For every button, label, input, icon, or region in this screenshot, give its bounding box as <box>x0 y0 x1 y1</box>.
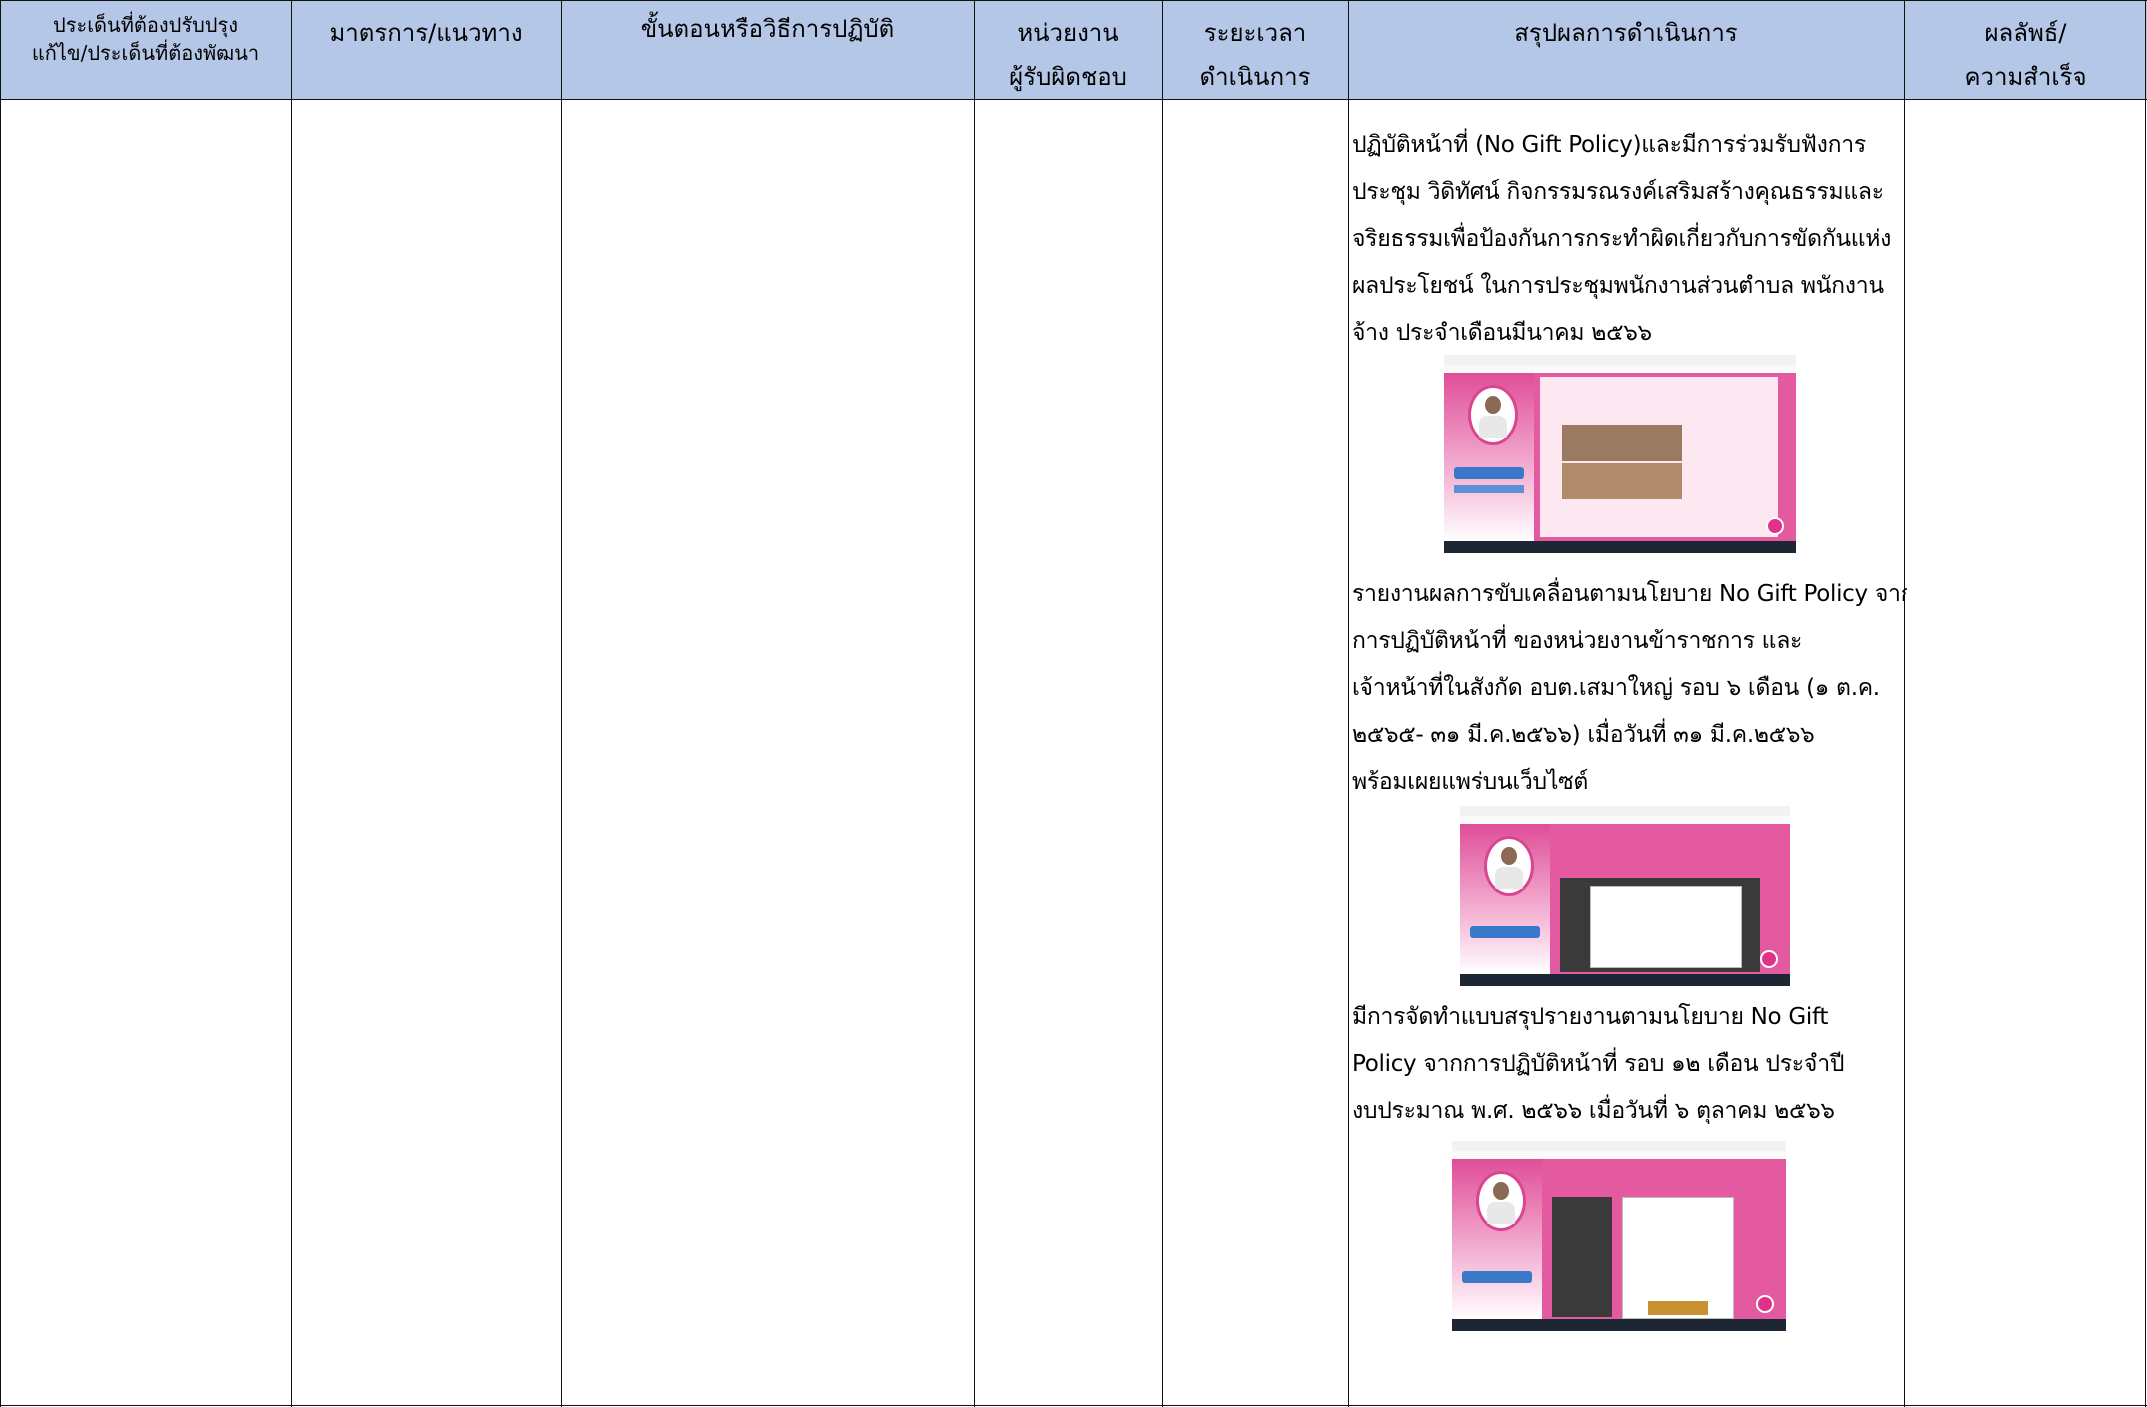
header-outcome: ผลลัพธ์/ ความสำเร็จ <box>1904 1 2147 101</box>
header-summary-label: สรุปผลการดำเนินการ <box>1514 19 1738 47</box>
column-divider <box>291 0 292 1407</box>
header-issues-line1: ประเด็นที่ต้องปรับปรุง <box>53 13 238 37</box>
table-border-bottom <box>0 1405 2147 1406</box>
table-border-right <box>2145 0 2146 1407</box>
header-procedures-label: ขั้นตอนหรือวิธีการปฏิบัติ <box>640 15 895 43</box>
header-responsible-line1: หน่วยงาน <box>1017 19 1119 47</box>
taskbar <box>1444 541 1796 553</box>
header-issues-line2: แก้ไข/ประเด็นที่ต้องพัฒนา <box>31 41 260 65</box>
column-divider <box>974 0 975 1407</box>
summary-line: พร้อมเผยแพร่บนเว็บไซต์ <box>1352 769 1589 795</box>
summary-line: ปฏิบัติหน้าที่ (No Gift Policy)และมีการร… <box>1352 132 1866 158</box>
header-procedures: ขั้นตอนหรือวิธีการปฏิบัติ <box>561 1 974 101</box>
summary-line: จ้าง ประจำเดือนมีนาคม ๒๕๖๖ <box>1352 320 1652 346</box>
header-duration-line2: ดำเนินการ <box>1199 63 1311 91</box>
summary-line: มีการจัดทำแบบสรุปรายงานตามนโยบาย No Gift <box>1352 1004 1829 1030</box>
official-portrait <box>1476 1171 1526 1231</box>
website-screenshot-2 <box>1460 806 1790 986</box>
summary-line: การปฏิบัติหน้าที่ ของหน่วยงานข้าราชการ แ… <box>1352 628 1803 654</box>
summary-line: จริยธรรมเพื่อป้องกันการกระทำผิดเกี่ยวกับ… <box>1352 226 1892 252</box>
official-portrait <box>1468 385 1518 445</box>
summary-line: งบประมาณ พ.ศ. ๒๕๖๖ เมื่อวันที่ ๖ ตุลาคม … <box>1352 1098 1835 1124</box>
table-border-left <box>0 0 1 1407</box>
header-measures-label: มาตรการ/แนวทาง <box>329 19 523 47</box>
official-portrait <box>1484 836 1534 896</box>
summary-line: ผลประโยชน์ ในการประชุมพนักงานส่วนตำบล พน… <box>1352 273 1884 299</box>
header-responsible-line2: ผู้รับผิดชอบ <box>1009 63 1127 91</box>
column-divider <box>561 0 562 1407</box>
summary-line: เจ้าหน้าที่ในสังกัด อบต.เสมาใหญ่ รอบ ๖ เ… <box>1352 675 1880 701</box>
summary-cell: ปฏิบัติหน้าที่ (No Gift Policy)และมีการร… <box>1352 100 1907 1331</box>
summary-paragraph-3: มีการจัดทำแบบสรุปรายงานตามนโยบาย No Gift… <box>1352 994 1907 1135</box>
header-summary: สรุปผลการดำเนินการ <box>1348 1 1904 101</box>
summary-line: Policy จากการปฏิบัติหน้าที่ รอบ ๑๒ เดือน… <box>1352 1051 1845 1077</box>
column-divider <box>1162 0 1163 1407</box>
header-outcome-line1: ผลลัพธ์/ <box>1984 19 2067 47</box>
website-screenshot-1 <box>1444 355 1796 553</box>
website-screenshot-3 <box>1452 1141 1786 1331</box>
header-outcome-line2: ความสำเร็จ <box>1964 63 2087 91</box>
summary-line: รายงานผลการขับเคลื่อนตามนโยบาย No Gift P… <box>1352 581 1907 607</box>
activity-photos <box>1562 425 1682 461</box>
header-duration: ระยะเวลา ดำเนินการ <box>1162 1 1348 101</box>
summary-line: ประชุม วิดิทัศน์ กิจกรรมรณรงค์เสริมสร้าง… <box>1352 179 1884 205</box>
header-duration-line1: ระยะเวลา <box>1203 19 1307 47</box>
header-responsible: หน่วยงาน ผู้รับผิดชอบ <box>974 1 1162 101</box>
table-header: ประเด็นที่ต้องปรับปรุง แก้ไข/ประเด็นที่ต… <box>0 0 2147 100</box>
report-document <box>1590 886 1742 968</box>
report-page: ประเด็นที่ต้องปรับปรุง แก้ไข/ประเด็นที่ต… <box>0 0 2147 1407</box>
summary-paragraph-2: รายงานผลการขับเคลื่อนตามนโยบาย No Gift P… <box>1352 571 1907 806</box>
summary-line: ๒๕๖๕- ๓๑ มี.ค.๒๕๖๖) เมื่อวันที่ ๓๑ มี.ค.… <box>1352 722 1815 748</box>
header-issues: ประเด็นที่ต้องปรับปรุง แก้ไข/ประเด็นที่ต… <box>0 1 291 101</box>
header-measures: มาตรการ/แนวทาง <box>291 1 561 101</box>
summary-paragraph-1: ปฏิบัติหน้าที่ (No Gift Policy)และมีการร… <box>1352 122 1907 357</box>
column-divider <box>1348 0 1349 1407</box>
